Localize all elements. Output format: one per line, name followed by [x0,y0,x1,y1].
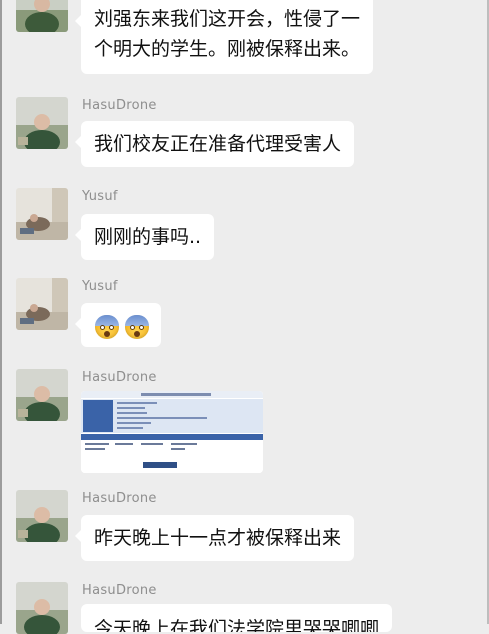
avatar[interactable] [16,0,68,32]
message-bubble[interactable]: 我们校友正在准备代理受害人 [74,121,355,167]
message-text-line: 刘强东来我们这开会，性侵了一 [94,8,361,30]
message-bubble[interactable]: 刘强东来我们这开会，性侵了一 个明大的学生。刚被保释出来。 [74,0,374,74]
sender-name: HasuDrone [82,583,157,598]
chat-window: 刘强东来我们这开会，性侵了一 个明大的学生。刚被保释出来。 HasuDrone … [0,0,489,634]
message-bubble[interactable]: 昨天晚上十一点才被保释出来 [74,515,355,561]
message-text: 今天晚上在我们法学院里哭哭唧唧 [94,618,380,632]
sender-name: HasuDrone [82,98,157,113]
avatar[interactable] [16,490,68,542]
avatar[interactable] [16,582,68,634]
avatar[interactable] [16,188,68,240]
sender-name: Yusuf [82,279,118,294]
avatar[interactable] [16,369,68,421]
message-text: 刚刚的事吗.. [94,226,202,248]
screenshot-thumbnail [81,391,263,473]
avatar[interactable] [16,278,68,330]
fearful-face-icon [95,314,119,339]
sender-name: HasuDrone [82,491,157,506]
message-text-line: 个明大的学生。刚被保释出来。 [94,38,361,60]
message-text: 我们校友正在准备代理受害人 [94,133,342,155]
sender-name: Yusuf [82,189,118,204]
message-text: 昨天晚上十一点才被保释出来 [94,527,342,549]
message-bubble[interactable] [75,303,161,347]
message-bubble[interactable]: 刚刚的事吗.. [74,214,215,260]
avatar[interactable] [16,97,68,149]
image-attachment[interactable] [81,391,263,473]
fearful-face-icon [125,314,149,339]
sender-name: HasuDrone [82,370,157,385]
message-bubble[interactable]: 今天晚上在我们法学院里哭哭唧唧 [81,604,393,632]
